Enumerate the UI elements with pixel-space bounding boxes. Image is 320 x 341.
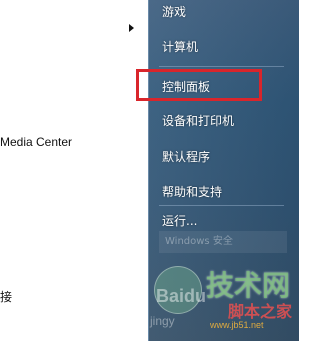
menu-item-default-programs[interactable]: 默认程序 <box>162 148 210 165</box>
start-menu-programs-pane: Media Center 接 <box>0 0 148 341</box>
start-menu-screenshot: Media Center 接 游戏 计算机 控制面板 设备和打印机 默认程序 帮… <box>0 0 299 341</box>
program-item-connect[interactable]: 接 <box>0 288 12 305</box>
program-item-media-center[interactable]: Media Center <box>0 135 72 149</box>
start-menu-right-pane: 游戏 计算机 控制面板 设备和打印机 默认程序 帮助和支持 运行... Wind… <box>148 0 299 341</box>
menu-item-games[interactable]: 游戏 <box>162 3 186 20</box>
menu-item-help-and-support[interactable]: 帮助和支持 <box>162 183 222 200</box>
control-panel-highlight-box <box>136 69 262 101</box>
menu-separator <box>159 66 284 67</box>
menu-item-run[interactable]: 运行... <box>162 212 197 229</box>
menu-item-windows-security[interactable]: Windows 安全 <box>159 231 287 253</box>
menu-item-devices-and-printers[interactable]: 设备和打印机 <box>162 112 234 129</box>
submenu-arrow-icon[interactable] <box>129 24 134 32</box>
menu-item-computer[interactable]: 计算机 <box>162 38 198 55</box>
menu-separator <box>159 205 284 206</box>
